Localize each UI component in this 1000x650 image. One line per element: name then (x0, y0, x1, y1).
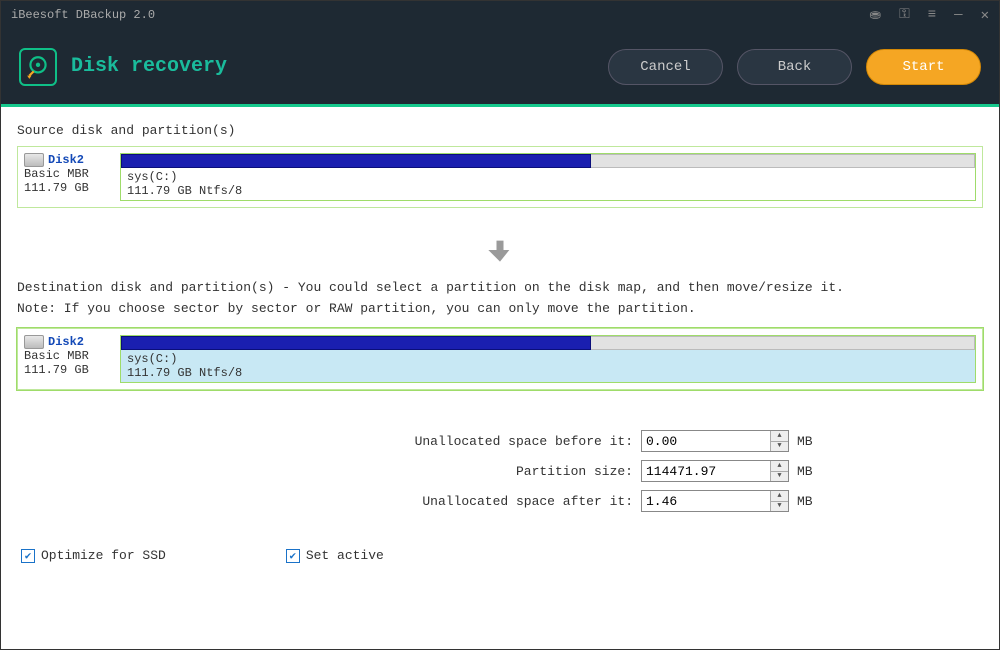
free-space-bar (591, 336, 975, 350)
spin-down-icon[interactable]: ▼ (771, 472, 788, 482)
start-button[interactable]: Start (866, 49, 981, 85)
used-space-bar (121, 336, 591, 350)
before-input[interactable] (642, 431, 770, 451)
checkbox-checked-icon: ✔ (286, 549, 300, 563)
destination-partition-bar[interactable] (121, 336, 975, 350)
destination-disk-info: Disk2 Basic MBR 111.79 GB (24, 335, 112, 383)
spin-up-icon[interactable]: ▲ (771, 461, 788, 472)
destination-part-detail: 111.79 GB Ntfs/8 (127, 366, 969, 380)
hdd-icon (24, 153, 44, 167)
used-space-bar (121, 154, 591, 168)
free-space-bar (591, 154, 975, 168)
source-part-label: sys(C:) (127, 170, 969, 184)
after-spinner[interactable]: ▲▼ (641, 490, 789, 512)
source-disk-map[interactable]: sys(C:) 111.79 GB Ntfs/8 (120, 153, 976, 201)
spin-up-icon[interactable]: ▲ (771, 491, 788, 502)
set-active-label: Set active (306, 548, 384, 563)
titlebar: iBeesoft DBackup 2.0 ⛂ ⚿ ≡ — ✕ (1, 1, 999, 29)
page-title: Disk recovery (71, 55, 594, 78)
optimize-ssd-label: Optimize for SSD (41, 548, 166, 563)
cart-icon[interactable]: ⛂ (869, 7, 881, 24)
set-active-checkbox[interactable]: ✔ Set active (286, 548, 384, 563)
source-disk-type: Basic MBR (24, 167, 112, 181)
destination-disk-type: Basic MBR (24, 349, 112, 363)
destination-note: Note: If you choose sector by sector or … (17, 301, 983, 316)
arrow-down-icon (17, 236, 983, 268)
unit-label: MB (797, 464, 827, 479)
menu-icon[interactable]: ≡ (928, 7, 936, 24)
source-part-detail: 111.79 GB Ntfs/8 (127, 184, 969, 198)
minimize-icon[interactable]: — (954, 7, 962, 24)
source-disk-name: Disk2 (48, 153, 84, 167)
before-spinner[interactable]: ▲▼ (641, 430, 789, 452)
cancel-button[interactable]: Cancel (608, 49, 723, 85)
source-partition-bar (121, 154, 975, 168)
after-label: Unallocated space after it: (173, 494, 633, 509)
source-disk-block: Disk2 Basic MBR 111.79 GB sys(C:) 111.79… (17, 146, 983, 208)
destination-label: Destination disk and partition(s) - You … (17, 280, 983, 295)
size-input[interactable] (642, 461, 770, 481)
hdd-icon (24, 335, 44, 349)
destination-disk-size: 111.79 GB (24, 363, 112, 377)
before-label: Unallocated space before it: (173, 434, 633, 449)
header: Disk recovery Cancel Back Start (1, 29, 999, 104)
optimize-ssd-checkbox[interactable]: ✔ Optimize for SSD (21, 548, 166, 563)
spin-up-icon[interactable]: ▲ (771, 431, 788, 442)
source-disk-info: Disk2 Basic MBR 111.79 GB (24, 153, 112, 201)
destination-disk-name: Disk2 (48, 335, 84, 349)
back-button[interactable]: Back (737, 49, 852, 85)
close-icon[interactable]: ✕ (981, 7, 989, 24)
unit-label: MB (797, 494, 827, 509)
checkbox-checked-icon: ✔ (21, 549, 35, 563)
size-spinner[interactable]: ▲▼ (641, 460, 789, 482)
destination-disk-block: Disk2 Basic MBR 111.79 GB sys(C:) 111.79… (17, 328, 983, 390)
destination-disk-map[interactable]: sys(C:) 111.79 GB Ntfs/8 (120, 335, 976, 383)
unit-label: MB (797, 434, 827, 449)
size-label: Partition size: (173, 464, 633, 479)
after-input[interactable] (642, 491, 770, 511)
recovery-icon (19, 48, 57, 86)
spin-down-icon[interactable]: ▼ (771, 502, 788, 512)
destination-part-label: sys(C:) (127, 352, 969, 366)
spin-down-icon[interactable]: ▼ (771, 442, 788, 452)
app-title: iBeesoft DBackup 2.0 (11, 8, 869, 22)
source-disk-size: 111.79 GB (24, 181, 112, 195)
key-icon[interactable]: ⚿ (899, 7, 910, 24)
source-label: Source disk and partition(s) (17, 123, 983, 138)
